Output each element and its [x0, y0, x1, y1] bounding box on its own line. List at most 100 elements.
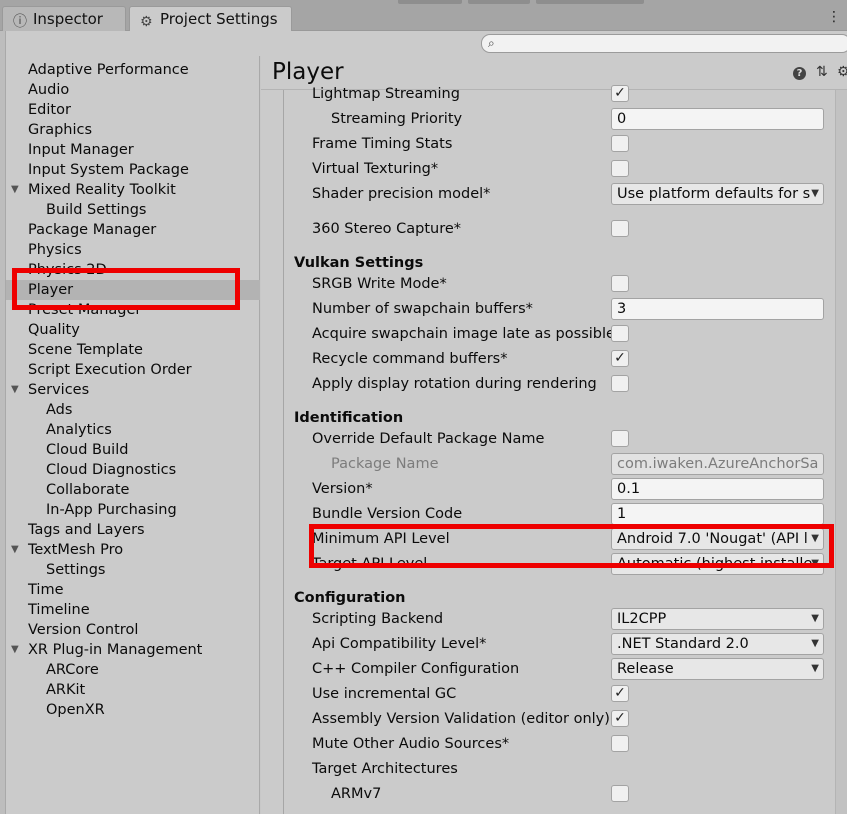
sidebar-item-in-app-purchasing[interactable]: In-App Purchasing [6, 500, 260, 520]
shader-precision-model-dropdown[interactable]: Use platform defaults for s ▼ [611, 183, 824, 205]
sidebar-item-scene-template[interactable]: Scene Template [6, 340, 260, 360]
version-field[interactable]: 0.1 [611, 478, 824, 500]
sidebar-item-label: Graphics [28, 122, 93, 138]
chevron-down-icon[interactable]: ▼ [11, 180, 19, 200]
highlight-box [309, 524, 834, 568]
sidebar-item-adaptive-performance[interactable]: Adaptive Performance [6, 60, 260, 80]
sidebar-item-input-system-package[interactable]: Input System Package [6, 160, 260, 180]
sidebar-item-version-control[interactable]: Version Control [6, 620, 260, 640]
dropdown-value: .NET Standard 2.0 [617, 636, 749, 652]
sidebar-item-quality[interactable]: Quality [6, 320, 260, 340]
field-label-override-default-package-name: Override Default Package Name [312, 431, 545, 447]
chevron-down-icon[interactable]: ▼ [11, 380, 19, 400]
sidebar-item-script-execution-order[interactable]: Script Execution Order [6, 360, 260, 380]
settings-sidebar: Adaptive Performance Audio Editor Graphics I… [6, 56, 260, 814]
gear-icon: ⚙ [140, 14, 153, 30]
sidebar-item-label: ARCore [46, 662, 99, 678]
field-label-360-stereo-capture: 360 Stereo Capture* [312, 221, 462, 237]
field-label-shader-precision-model: Shader precision model* [312, 186, 491, 202]
tab-bar: ⓘ Inspector ⚙ Project Settings ⋮ [0, 0, 847, 32]
preset-icon[interactable]: ⇅ [816, 64, 828, 80]
sidebar-item-ads[interactable]: Ads [6, 400, 260, 420]
sidebar-item-physics[interactable]: Physics [6, 240, 260, 260]
help-icon[interactable]: ? [793, 67, 806, 80]
override-default-package-name-checkbox[interactable] [611, 430, 629, 447]
package-name-field: com.iwaken.AzureAnchorSa [611, 453, 824, 475]
acquire-swapchain-image-late-as-possible-checkbox[interactable] [611, 325, 629, 342]
sidebar-item-collaborate[interactable]: Collaborate [6, 480, 260, 500]
sidebar-item-openxr[interactable]: OpenXR [6, 700, 260, 720]
page-title: Player [272, 59, 344, 85]
sidebar-item-label: In-App Purchasing [46, 502, 177, 518]
search-input[interactable]: ⌕ [481, 34, 847, 53]
sidebar-item-label: Settings [46, 562, 106, 578]
tab-project-settings[interactable]: ⚙ Project Settings [129, 6, 292, 32]
sidebar-item-label: ARKit [46, 682, 86, 698]
api-compatibility-level-dropdown[interactable]: .NET Standard 2.0 ▼ [611, 633, 824, 655]
vertical-scrollbar[interactable] [835, 90, 847, 814]
sidebar-item-build-settings[interactable]: Build Settings [6, 200, 260, 220]
c-compiler-configuration-dropdown[interactable]: Release ▼ [611, 658, 824, 680]
mute-other-audio-sources-checkbox[interactable] [611, 735, 629, 752]
assembly-version-validation-editor-only-checkbox[interactable]: ✓ [611, 710, 629, 727]
virtual-texturing-checkbox[interactable] [611, 160, 629, 177]
sidebar-item-arcore[interactable]: ARCore [6, 660, 260, 680]
checkmark-icon: ✓ [614, 85, 626, 101]
sidebar-item-textmesh-pro[interactable]: ▼ TextMesh Pro [6, 540, 260, 560]
tab-inspector[interactable]: ⓘ Inspector [2, 6, 126, 31]
lightmap-streaming-checkbox[interactable]: ✓ [611, 85, 629, 102]
sidebar-item-cloud-diagnostics[interactable]: Cloud Diagnostics [6, 460, 260, 480]
settings-menu-icon[interactable]: ⚙ [837, 64, 847, 80]
sidebar-item-editor[interactable]: Editor [6, 100, 260, 120]
sidebar-item-label: Input System Package [28, 162, 189, 178]
sidebar-item-graphics[interactable]: Graphics [6, 120, 260, 140]
streaming-priority-field[interactable]: 0 [611, 108, 824, 130]
sidebar-item-label: Cloud Build [46, 442, 129, 458]
sidebar-item-label: Mixed Reality Toolkit [28, 182, 176, 198]
sidebar-item-label: Editor [28, 102, 71, 118]
chevron-down-icon[interactable]: ▼ [11, 540, 19, 560]
field-label-use-incremental-gc: Use incremental GC [312, 686, 457, 702]
number-of-swapchain-buffers-field[interactable]: 3 [611, 298, 824, 320]
360-stereo-capture-checkbox[interactable] [611, 220, 629, 237]
sidebar-item-label: Time [28, 582, 64, 598]
more-options-icon[interactable]: ⋮ [827, 9, 841, 25]
sidebar-item-input-manager[interactable]: Input Manager [6, 140, 260, 160]
info-icon: ⓘ [13, 14, 27, 30]
sidebar-item-audio[interactable]: Audio [6, 80, 260, 100]
sidebar-item-arkit[interactable]: ARKit [6, 680, 260, 700]
sidebar-item-settings[interactable]: Settings [6, 560, 260, 580]
sidebar-item-label: Cloud Diagnostics [46, 462, 177, 478]
field-label-armv7: ARMv7 [331, 786, 382, 802]
field-label-package-name: Package Name [331, 456, 439, 472]
armv7-checkbox[interactable] [611, 785, 629, 802]
sidebar-item-analytics[interactable]: Analytics [6, 420, 260, 440]
sidebar-item-label: Physics [28, 242, 82, 258]
sidebar-item-cloud-build[interactable]: Cloud Build [6, 440, 260, 460]
sidebar-item-label: TextMesh Pro [28, 542, 124, 558]
frame-timing-stats-checkbox[interactable] [611, 135, 629, 152]
sidebar-item-services[interactable]: ▼ Services [6, 380, 260, 400]
divider [283, 90, 284, 814]
chevron-down-icon[interactable]: ▼ [11, 640, 19, 660]
apply-display-rotation-during-rendering-checkbox[interactable] [611, 375, 629, 392]
tab-stub [398, 0, 462, 4]
srgb-write-mode-checkbox[interactable] [611, 275, 629, 292]
field-label-virtual-texturing: Virtual Texturing* [312, 161, 439, 177]
field-label-acquire-swapchain-image-late-as-possible: Acquire swapchain image late as possible [312, 326, 615, 342]
sidebar-item-timeline[interactable]: Timeline [6, 600, 260, 620]
scripting-backend-dropdown[interactable]: IL2CPP ▼ [611, 608, 824, 630]
sidebar-item-tags-and-layers[interactable]: Tags and Layers [6, 520, 260, 540]
checkmark-icon: ✓ [614, 350, 626, 366]
sidebar-item-mixed-reality-toolkit[interactable]: ▼ Mixed Reality Toolkit [6, 180, 260, 200]
use-incremental-gc-checkbox[interactable]: ✓ [611, 685, 629, 702]
sidebar-item-package-manager[interactable]: Package Manager [6, 220, 260, 240]
recycle-command-buffers-checkbox[interactable]: ✓ [611, 350, 629, 367]
checkmark-icon: ✓ [614, 685, 626, 701]
field-label-version: Version* [312, 481, 373, 497]
bundle-version-code-field[interactable]: 1 [611, 503, 824, 525]
sidebar-item-time[interactable]: Time [6, 580, 260, 600]
field-label-apply-display-rotation-during-rendering: Apply display rotation during rendering [312, 376, 597, 392]
sidebar-item-xr-plug-in-management[interactable]: ▼ XR Plug-in Management [6, 640, 260, 660]
sidebar-item-label: Ads [46, 402, 73, 418]
